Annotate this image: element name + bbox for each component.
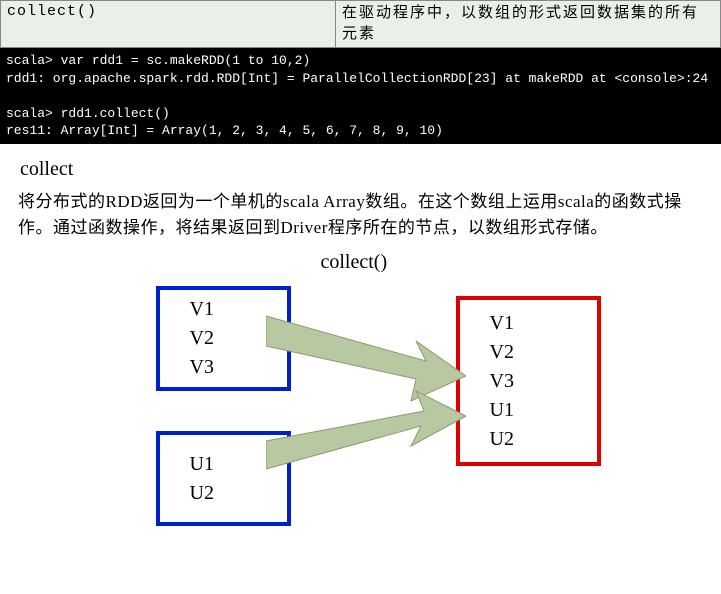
data-item: U1 [490, 396, 597, 425]
term-line: scala> var rdd1 = sc.makeRDD(1 to 10,2) [6, 53, 310, 68]
term-line: res11: Array[Int] = Array(1, 2, 3, 4, 5,… [6, 123, 443, 138]
header-row: collect() 在驱动程序中，以数组的形式返回数据集的所有元素 [0, 0, 721, 48]
data-item: U2 [190, 479, 287, 508]
collect-diagram: collect() V1 V2 V3 U1 U2 V1 V2 V3 U1 U2 [61, 251, 661, 581]
data-item: V3 [190, 353, 287, 382]
term-line: scala> rdd1.collect() [6, 106, 170, 121]
terminal-output: scala> var rdd1 = sc.makeRDD(1 to 10,2) … [0, 48, 721, 144]
section-paragraph: 将分布式的RDD返回为一个单机的scala Array数组。在这个数组上运用sc… [18, 189, 703, 242]
result-box: V1 V2 V3 U1 U2 [456, 296, 601, 466]
arrow-2 [266, 381, 466, 481]
data-item: V2 [190, 324, 287, 353]
data-item: U2 [490, 425, 597, 454]
data-item: V1 [490, 309, 597, 338]
data-item: U1 [190, 450, 287, 479]
method-name: collect() [1, 1, 336, 47]
data-item: V3 [490, 367, 597, 396]
term-line: rdd1: org.apache.spark.rdd.RDD[Int] = Pa… [6, 71, 708, 86]
arrow-1 [266, 306, 466, 406]
data-item: V1 [190, 295, 287, 324]
data-item: V2 [490, 338, 597, 367]
partition-box-1: V1 V2 V3 [156, 286, 291, 391]
diagram-label: collect() [321, 251, 388, 274]
partition-box-2: U1 U2 [156, 431, 291, 526]
method-desc: 在驱动程序中，以数组的形式返回数据集的所有元素 [336, 1, 720, 47]
section-title: collect [20, 158, 703, 181]
content-area: collect 将分布式的RDD返回为一个单机的scala Array数组。在这… [0, 144, 721, 592]
